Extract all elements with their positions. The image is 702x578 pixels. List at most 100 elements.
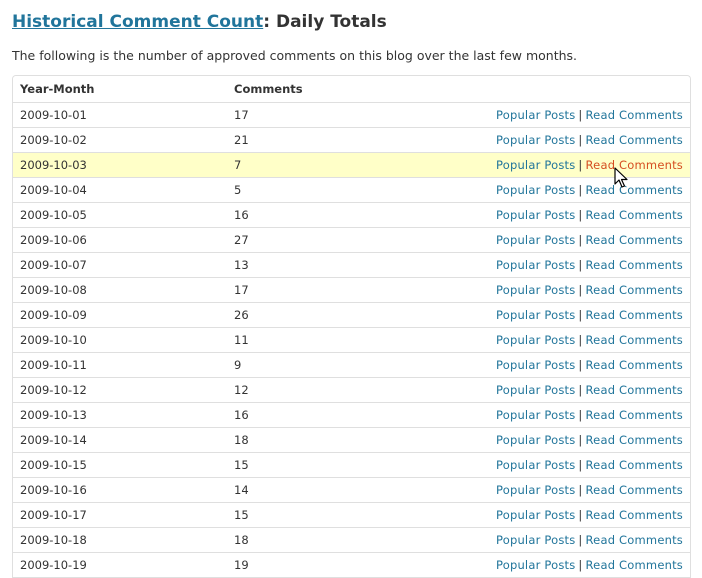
row-actions: Popular Posts | Read Comments: [441, 527, 690, 553]
read-comments-link[interactable]: Read Comments: [586, 483, 684, 497]
popular-posts-link[interactable]: Popular Posts: [496, 208, 575, 222]
popular-posts-link[interactable]: Popular Posts: [496, 408, 575, 422]
read-comments-link[interactable]: Read Comments: [586, 383, 684, 397]
read-comments-link[interactable]: Read Comments: [586, 158, 684, 172]
link-separator: |: [578, 283, 583, 297]
table-row: 2009-10-05 16 Popular Posts | Read Comments: [13, 202, 690, 228]
row-actions: Popular Posts | Read Comments: [441, 277, 690, 303]
row-actions: Popular Posts | Read Comments: [441, 127, 690, 153]
link-separator: |: [578, 233, 583, 247]
link-separator: |: [578, 308, 583, 322]
page-content: Historical Comment Count: Daily Totals T…: [12, 10, 691, 578]
row-date: 2009-10-14: [13, 427, 227, 453]
table-row: 2009-10-12 12 Popular Posts | Read Comments: [13, 377, 690, 403]
link-separator: |: [578, 433, 583, 447]
row-actions: Popular Posts | Read Comments: [441, 477, 690, 503]
page-title-suffix: : Daily Totals: [263, 12, 387, 32]
table-row: 2009-10-11 9 Popular Posts | Read Comments: [13, 352, 690, 378]
row-comment-count: 15: [227, 452, 441, 478]
link-separator: |: [578, 383, 583, 397]
link-separator: |: [578, 333, 583, 347]
popular-posts-link[interactable]: Popular Posts: [496, 433, 575, 447]
table-row: 2009-10-19 19 Popular Posts | Read Comments: [13, 552, 690, 578]
row-comment-count: 21: [227, 127, 441, 153]
row-actions: Popular Posts | Read Comments: [441, 427, 690, 453]
popular-posts-link[interactable]: Popular Posts: [496, 483, 575, 497]
popular-posts-link[interactable]: Popular Posts: [496, 533, 575, 547]
row-comment-count: 27: [227, 227, 441, 253]
row-comment-count: 16: [227, 202, 441, 228]
row-actions: Popular Posts | Read Comments: [441, 552, 690, 578]
popular-posts-link[interactable]: Popular Posts: [496, 258, 575, 272]
read-comments-link[interactable]: Read Comments: [586, 508, 684, 522]
popular-posts-link[interactable]: Popular Posts: [496, 233, 575, 247]
popular-posts-link[interactable]: Popular Posts: [496, 133, 575, 147]
link-separator: |: [578, 158, 583, 172]
read-comments-link[interactable]: Read Comments: [586, 133, 684, 147]
popular-posts-link[interactable]: Popular Posts: [496, 183, 575, 197]
link-separator: |: [578, 358, 583, 372]
row-date: 2009-10-11: [13, 352, 227, 378]
row-comment-count: 26: [227, 302, 441, 328]
read-comments-link[interactable]: Read Comments: [586, 358, 684, 372]
link-separator: |: [578, 133, 583, 147]
popular-posts-link[interactable]: Popular Posts: [496, 283, 575, 297]
popular-posts-link[interactable]: Popular Posts: [496, 358, 575, 372]
row-date: 2009-10-03: [13, 152, 227, 178]
row-comment-count: 15: [227, 502, 441, 528]
popular-posts-link[interactable]: Popular Posts: [496, 458, 575, 472]
link-separator: |: [578, 508, 583, 522]
row-actions: Popular Posts | Read Comments: [441, 102, 690, 128]
popular-posts-link[interactable]: Popular Posts: [496, 308, 575, 322]
row-date: 2009-10-08: [13, 277, 227, 303]
row-date: 2009-10-16: [13, 477, 227, 503]
row-comment-count: 5: [227, 177, 441, 203]
row-date: 2009-10-06: [13, 227, 227, 253]
link-separator: |: [578, 408, 583, 422]
table-row: 2009-10-10 11 Popular Posts | Read Comments: [13, 327, 690, 353]
link-separator: |: [578, 533, 583, 547]
row-date: 2009-10-18: [13, 527, 227, 553]
table-row: 2009-10-17 15 Popular Posts | Read Comments: [13, 502, 690, 528]
table-row: 2009-10-15 15 Popular Posts | Read Comments: [13, 452, 690, 478]
row-actions: Popular Posts | Read Comments: [441, 302, 690, 328]
table-body: 2009-10-01 17 Popular Posts | Read Comments 2…: [13, 102, 690, 578]
row-comment-count: 18: [227, 427, 441, 453]
row-date: 2009-10-10: [13, 327, 227, 353]
read-comments-link[interactable]: Read Comments: [586, 533, 684, 547]
row-comment-count: 16: [227, 402, 441, 428]
read-comments-link[interactable]: Read Comments: [586, 233, 684, 247]
row-comment-count: 19: [227, 552, 441, 578]
row-comment-count: 14: [227, 477, 441, 503]
read-comments-link[interactable]: Read Comments: [586, 308, 684, 322]
table-row: 2009-10-09 26 Popular Posts | Read Comments: [13, 302, 690, 328]
read-comments-link[interactable]: Read Comments: [586, 258, 684, 272]
read-comments-link[interactable]: Read Comments: [586, 333, 684, 347]
read-comments-link[interactable]: Read Comments: [586, 433, 684, 447]
row-date: 2009-10-09: [13, 302, 227, 328]
popular-posts-link[interactable]: Popular Posts: [496, 508, 575, 522]
popular-posts-link[interactable]: Popular Posts: [496, 383, 575, 397]
popular-posts-link[interactable]: Popular Posts: [496, 333, 575, 347]
link-separator: |: [578, 458, 583, 472]
row-date: 2009-10-07: [13, 252, 227, 278]
read-comments-link[interactable]: Read Comments: [586, 183, 684, 197]
read-comments-link[interactable]: Read Comments: [586, 208, 684, 222]
read-comments-link[interactable]: Read Comments: [586, 408, 684, 422]
table-row: 2009-10-02 21 Popular Posts | Read Comments: [13, 127, 690, 153]
table-row: 2009-10-06 27 Popular Posts | Read Comments: [13, 227, 690, 253]
read-comments-link[interactable]: Read Comments: [586, 458, 684, 472]
popular-posts-link[interactable]: Popular Posts: [496, 108, 575, 122]
row-date: 2009-10-04: [13, 177, 227, 203]
read-comments-link[interactable]: Read Comments: [586, 108, 684, 122]
daily-totals-table: Year-Month Comments 2009-10-01 17 Popular …: [13, 76, 690, 578]
row-date: 2009-10-01: [13, 102, 227, 128]
table-row: 2009-10-13 16 Popular Posts | Read Comments: [13, 402, 690, 428]
row-comment-count: 17: [227, 102, 441, 128]
historical-comment-count-link[interactable]: Historical Comment Count: [12, 12, 263, 32]
row-actions: Popular Posts | Read Comments: [441, 327, 690, 353]
row-comment-count: 17: [227, 277, 441, 303]
read-comments-link[interactable]: Read Comments: [586, 283, 684, 297]
popular-posts-link[interactable]: Popular Posts: [496, 158, 575, 172]
row-comment-count: 9: [227, 352, 441, 378]
